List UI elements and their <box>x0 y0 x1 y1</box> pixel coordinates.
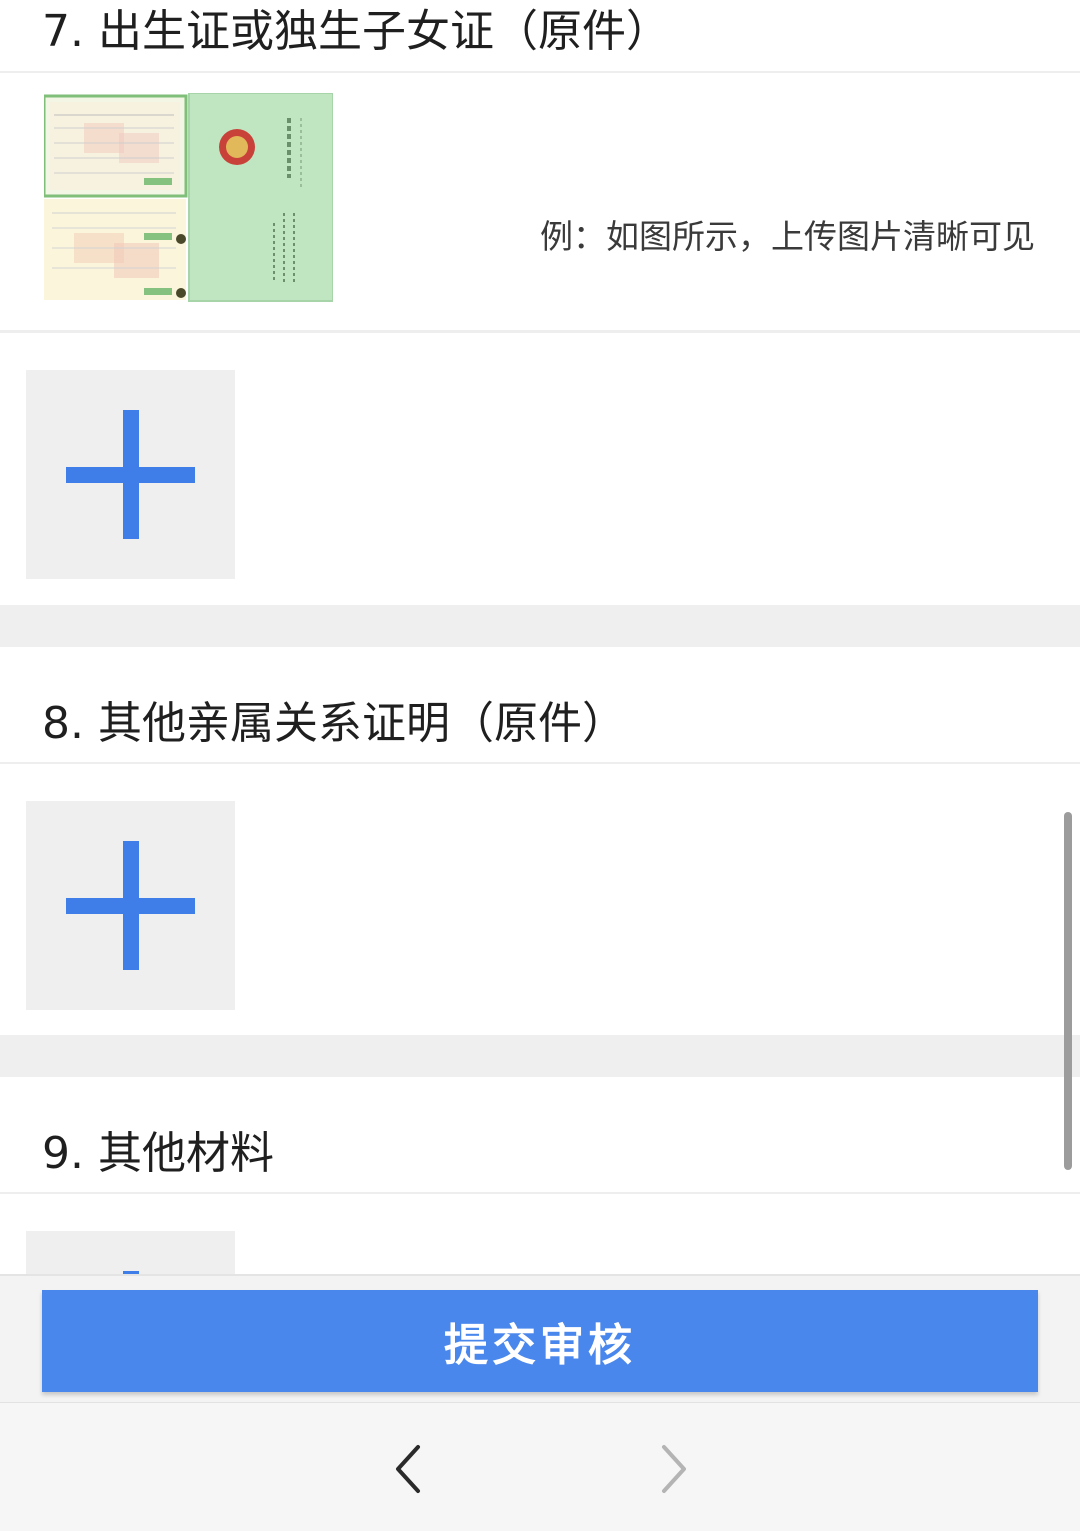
section-title-other-materials: 9. 其他材料 <box>42 1128 274 1179</box>
divider <box>0 762 1080 764</box>
upload-form-page: 7. 出生证或独生子女证（原件） 例：如图所示，上传图片清晰可见 8. 其他亲属… <box>0 0 1080 1531</box>
chevron-right-icon <box>662 1445 686 1493</box>
browser-nav-bar <box>0 1402 1080 1531</box>
forward-button[interactable] <box>642 1439 702 1499</box>
back-button[interactable] <box>380 1439 440 1499</box>
chevron-left-icon <box>396 1445 420 1493</box>
upload-button-birth-certificate[interactable] <box>26 370 235 579</box>
section-separator <box>0 605 1080 647</box>
divider <box>0 330 1080 333</box>
section-title-birth-certificate: 7. 出生证或独生子女证（原件） <box>42 6 670 57</box>
divider <box>0 1192 1080 1194</box>
submit-review-button[interactable]: 提交审核 <box>42 1290 1038 1392</box>
section-separator <box>0 1035 1080 1077</box>
submit-bar: 提交审核 <box>0 1274 1080 1404</box>
divider <box>0 71 1080 73</box>
scrollbar-thumb[interactable] <box>1064 812 1072 1170</box>
upload-button-relationship-proof[interactable] <box>26 801 235 1010</box>
example-certificate-image <box>42 92 334 303</box>
example-caption: 例：如图所示，上传图片清晰可见 <box>540 217 1035 256</box>
section-title-relationship-proof: 8. 其他亲属关系证明（原件） <box>42 698 626 749</box>
